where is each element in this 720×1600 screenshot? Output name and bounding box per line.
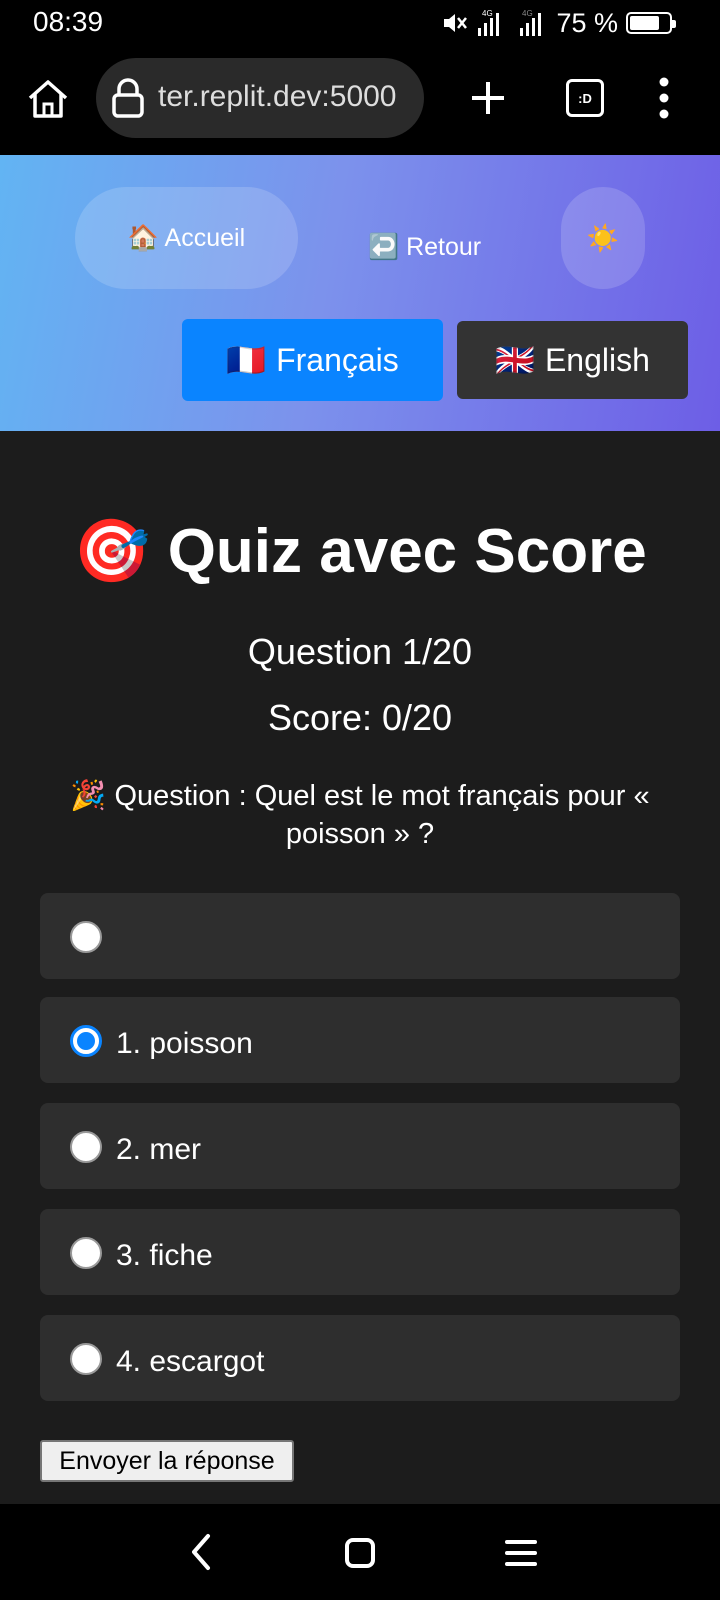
browser-toolbar: ter.replit.dev:5000 :D	[0, 46, 720, 154]
signal-icon-2: 4G	[520, 9, 542, 36]
battery-fill	[630, 16, 659, 30]
answer-option-4[interactable]: 4. escargot	[40, 1315, 680, 1401]
svg-text:4G: 4G	[482, 9, 493, 18]
answer-label: 4. escargot	[116, 1345, 265, 1378]
french-flag-icon: 🇫🇷	[226, 342, 267, 378]
svg-text:4G: 4G	[522, 9, 533, 18]
radio-button[interactable]	[70, 921, 102, 953]
question-text: 🎉 Question : Quel est le mot français po…	[70, 780, 650, 850]
language-english-button[interactable]: 🇬🇧 English	[457, 321, 688, 399]
answer-option-1[interactable]: 1. poisson	[40, 997, 680, 1083]
mute-icon	[444, 14, 468, 32]
uk-flag-icon: 🇬🇧	[495, 342, 535, 378]
submit-answer-button[interactable]: Envoyer la réponse	[40, 1440, 294, 1482]
language-english-label: English	[544, 341, 650, 378]
radio-button-selected[interactable]	[70, 1025, 102, 1057]
status-icons: 4G 4G 75 %	[440, 6, 676, 40]
recents-menu-icon[interactable]	[505, 1538, 537, 1568]
back-nav-link[interactable]: ↩️ Retour	[368, 233, 481, 262]
radio-button[interactable]	[70, 1237, 102, 1269]
radio-button[interactable]	[70, 1343, 102, 1375]
page-title: 🎯 Quiz avec Score	[73, 517, 647, 586]
theme-toggle-button[interactable]: ☀️	[561, 187, 645, 289]
answer-option-0[interactable]	[40, 893, 680, 979]
url-bar[interactable]: ter.replit.dev:5000	[96, 58, 424, 138]
lock-icon	[112, 78, 144, 118]
quiz-container: 🎯 Quiz avec Score Question 1/20 Score: 0…	[0, 431, 720, 1504]
status-time: 08:39	[33, 6, 104, 37]
language-french-label: Français	[276, 341, 399, 378]
home-icon[interactable]	[25, 76, 71, 122]
new-tab-icon[interactable]	[468, 78, 508, 118]
site-header: 🏠 Accueil ↩️ Retour ☀️ 🇫🇷 Français 🇬🇧 En…	[0, 155, 720, 431]
home-square-icon[interactable]	[344, 1537, 376, 1569]
answer-option-3[interactable]: 3. fiche	[40, 1209, 680, 1295]
language-french-button[interactable]: 🇫🇷 Français	[182, 319, 443, 401]
sun-icon: ☀️	[586, 222, 620, 253]
tabs-button[interactable]: :D	[566, 79, 604, 117]
question-counter: Question 1/20	[247, 631, 473, 672]
url-text: ter.replit.dev:5000	[158, 80, 397, 113]
radio-button[interactable]	[70, 1131, 102, 1163]
answer-label: 2. mer	[116, 1133, 202, 1166]
answer-option-2[interactable]: 2. mer	[40, 1103, 680, 1189]
answer-label: 1. poisson	[116, 1027, 253, 1060]
system-navigation-bar	[0, 1504, 720, 1600]
home-nav-button[interactable]: 🏠 Accueil	[75, 187, 298, 289]
back-icon[interactable]	[186, 1532, 216, 1572]
more-menu-icon[interactable]	[652, 76, 676, 120]
score-display: Score: 0/20	[267, 697, 453, 738]
battery-percent: 75 %	[556, 7, 618, 38]
signal-icon: 4G	[478, 9, 500, 36]
answer-label: 3. fiche	[116, 1239, 213, 1272]
status-bar: 08:39 4G 4G 75 %	[0, 0, 720, 46]
battery-icon	[626, 12, 676, 34]
